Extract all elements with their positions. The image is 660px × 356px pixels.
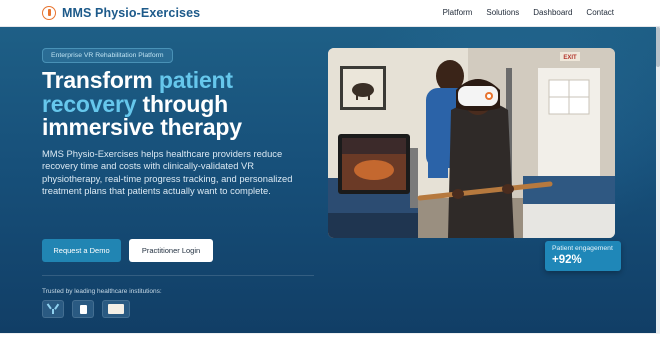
nav-link-platform[interactable]: Platform	[443, 8, 473, 17]
nav-link-dashboard[interactable]: Dashboard	[533, 8, 572, 17]
partner-logo-3	[102, 300, 130, 318]
hero-divider	[42, 275, 314, 276]
brand-name: MMS Physio-Exercises	[62, 6, 201, 20]
partner-logo-1	[42, 300, 64, 318]
top-navbar: MMS Physio-Exercises Platform Solutions …	[0, 0, 660, 27]
platform-pill: Enterprise VR Rehabilitation Platform	[42, 48, 173, 63]
stat-label: Patient engagement	[552, 245, 613, 252]
nav-link-contact[interactable]: Contact	[586, 8, 614, 17]
brand[interactable]: MMS Physio-Exercises	[42, 6, 200, 20]
trusted-label: Trusted by leading healthcare institutio…	[42, 288, 162, 295]
hero-description: MMS Physio-Exercises helps healthcare pr…	[42, 148, 293, 197]
y-mark-icon	[48, 304, 58, 314]
partner-logos	[42, 300, 138, 318]
document-mark-icon	[79, 304, 87, 314]
request-demo-button[interactable]: Request a Demo	[42, 239, 121, 262]
hero-headline: Transform patient recovery through immer…	[42, 67, 322, 140]
brand-logo-icon	[42, 6, 56, 20]
next-section-strip	[0, 333, 660, 356]
practitioner-login-button[interactable]: Practitioner Login	[129, 239, 213, 262]
nav-links: Platform Solutions Dashboard Contact	[429, 8, 614, 17]
engagement-stat-badge: Patient engagement +92%	[545, 241, 621, 271]
headline-part-1: Transform	[42, 67, 159, 93]
scrollbar-track[interactable]	[656, 27, 660, 333]
nav-link-solutions[interactable]: Solutions	[486, 8, 519, 17]
stat-value: +92%	[552, 254, 582, 266]
vr-therapy-photo: EXIT	[328, 48, 615, 238]
crest-mark-icon	[108, 304, 124, 314]
exit-sign: EXIT	[563, 55, 577, 61]
partner-logo-2	[72, 300, 94, 318]
scrollbar-thumb[interactable]	[656, 27, 660, 67]
